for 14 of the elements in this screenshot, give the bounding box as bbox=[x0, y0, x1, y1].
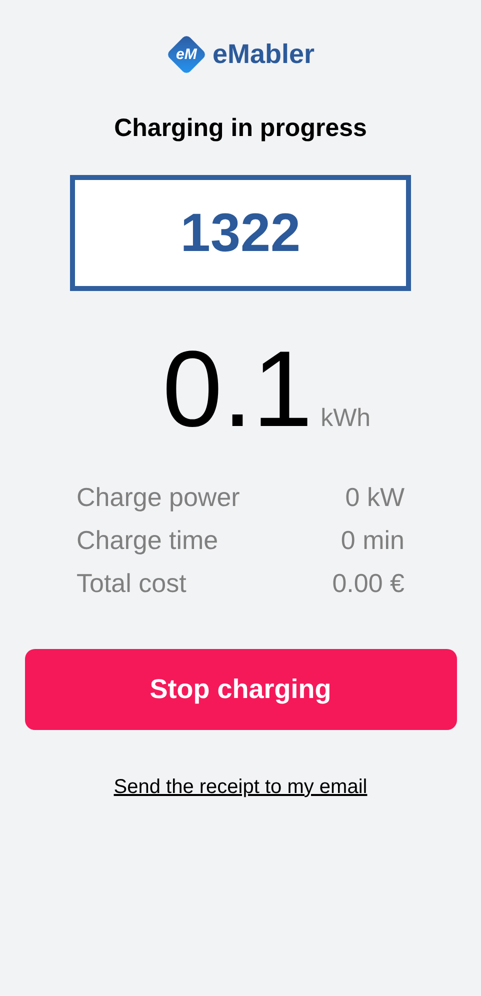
stop-charging-button[interactable]: Stop charging bbox=[24, 649, 456, 730]
page-title: Charging in progress bbox=[114, 116, 367, 141]
charge-code: 1322 bbox=[180, 206, 301, 260]
receipt-link[interactable]: Send the receipt to my email bbox=[114, 772, 368, 802]
stat-value: 0 kW bbox=[345, 481, 404, 513]
energy-unit: kWh bbox=[320, 402, 371, 434]
stat-label: Total cost bbox=[76, 567, 186, 599]
stat-label: Charge time bbox=[76, 524, 218, 556]
energy-value: 0.1 bbox=[162, 335, 313, 443]
stat-value: 0.00 € bbox=[332, 567, 404, 599]
logo-mark: eM bbox=[176, 46, 197, 62]
stat-label: Charge power bbox=[76, 481, 240, 513]
logo-text: eMabler bbox=[212, 40, 315, 68]
stat-value: 0 min bbox=[340, 524, 404, 556]
